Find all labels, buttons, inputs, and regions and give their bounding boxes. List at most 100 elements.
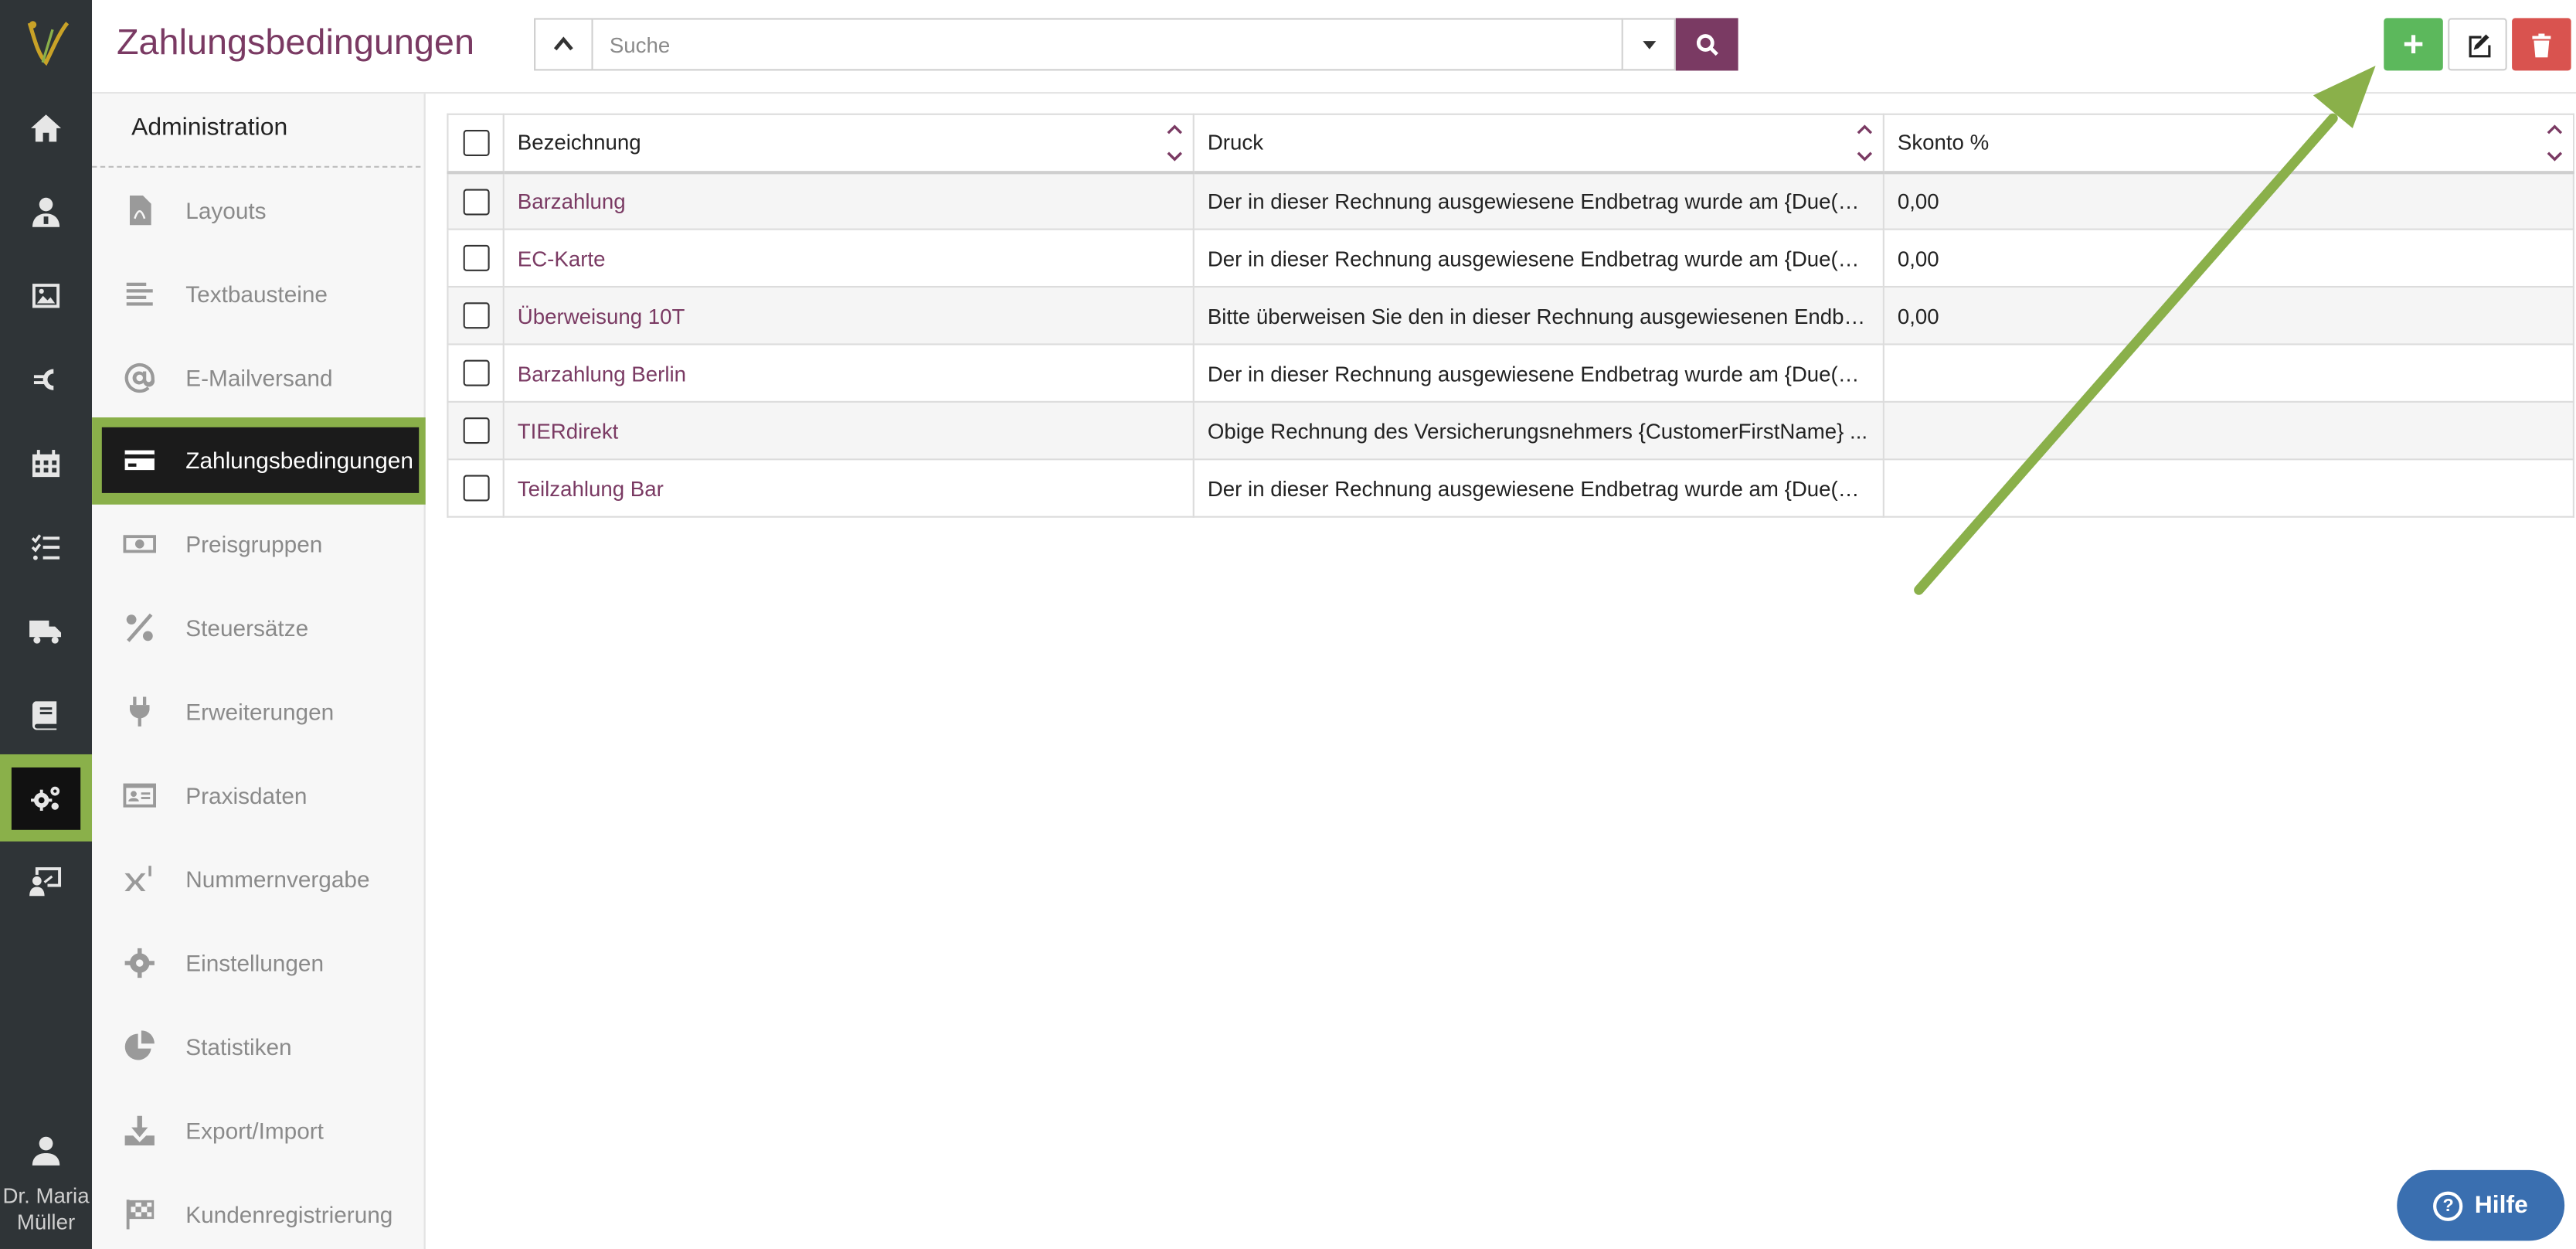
- user-profile[interactable]: Dr. Maria Müller: [0, 1134, 92, 1236]
- pie-chart-icon: [121, 1029, 158, 1065]
- nav-item-layouts[interactable]: Layouts: [92, 169, 426, 251]
- cell-skonto: 0,00: [1882, 228, 2574, 288]
- calendar-icon[interactable]: [0, 422, 92, 504]
- nav-item-export-import[interactable]: Export/Import: [92, 1090, 426, 1172]
- help-button[interactable]: ? Hilfe: [2397, 1169, 2565, 1241]
- main-sidebar: Dr. Maria Müller: [0, 0, 93, 1249]
- download-icon: [121, 1113, 158, 1149]
- admin-sidebar: Administration Layouts Textbausteine E-M…: [92, 94, 426, 1249]
- task-list-icon[interactable]: [0, 506, 92, 588]
- nav-item-label: Zahlungsbedingungen: [185, 447, 413, 474]
- sort-icon[interactable]: [1165, 120, 1185, 166]
- gear-icon: [121, 945, 158, 982]
- cell-bezeichnung[interactable]: Überweisung 10T: [502, 285, 1195, 345]
- table-row[interactable]: TIERdirekt Obige Rechnung des Versicheru…: [447, 400, 2574, 461]
- caret-down-icon: [1642, 40, 1656, 49]
- search-button[interactable]: [1675, 18, 1738, 71]
- add-button[interactable]: +: [2384, 18, 2443, 71]
- search-input[interactable]: [593, 18, 1623, 71]
- nav-item-textbausteine[interactable]: Textbausteine: [92, 253, 426, 335]
- cell-bezeichnung[interactable]: Teilzahlung Bar: [502, 458, 1195, 518]
- row-checkbox[interactable]: [462, 475, 489, 502]
- home-icon[interactable]: [0, 87, 92, 169]
- row-checkbox[interactable]: [462, 360, 489, 387]
- select-all-checkbox[interactable]: [462, 130, 489, 157]
- sort-icon[interactable]: [1855, 120, 1875, 166]
- column-header-label: Druck: [1207, 130, 1264, 155]
- column-header-druck[interactable]: Druck: [1192, 113, 1884, 174]
- table-row[interactable]: EC-Karte Der in dieser Rechnung ausgewie…: [447, 228, 2574, 288]
- row-select-cell: [447, 343, 505, 403]
- money-bill-icon: [121, 526, 158, 562]
- logo-icon[interactable]: [13, 13, 79, 73]
- nav-item-label: Export/Import: [185, 1117, 324, 1144]
- book-icon[interactable]: [0, 674, 92, 756]
- row-select-cell: [447, 458, 505, 518]
- cell-druck: Obige Rechnung des Versicherungsnehmers …: [1192, 400, 1884, 461]
- cell-bezeichnung[interactable]: Barzahlung Berlin: [502, 343, 1195, 403]
- collapse-button[interactable]: [534, 18, 593, 71]
- column-header-skonto[interactable]: Skonto %: [1882, 113, 2574, 174]
- row-select-cell: [447, 228, 505, 288]
- nav-item-preisgruppen[interactable]: Preisgruppen: [92, 503, 426, 585]
- user-doctor-icon[interactable]: [0, 171, 92, 253]
- cell-skonto: [1882, 400, 2574, 461]
- truck-icon[interactable]: [0, 590, 92, 672]
- row-checkbox[interactable]: [462, 245, 489, 272]
- help-label: Hilfe: [2474, 1191, 2528, 1220]
- cell-skonto: 0,00: [1882, 171, 2574, 230]
- nav-item-label: Statistiken: [185, 1033, 292, 1060]
- search-icon: [1695, 33, 1718, 56]
- toolbar: +: [2384, 18, 2571, 71]
- superscript-icon: [121, 861, 158, 897]
- table-row[interactable]: Teilzahlung Bar Der in dieser Rechnung a…: [447, 458, 2574, 518]
- row-checkbox[interactable]: [462, 188, 489, 215]
- table-row[interactable]: Barzahlung Berlin Der in dieser Rechnung…: [447, 343, 2574, 403]
- column-header-bezeichnung[interactable]: Bezeichnung: [502, 113, 1195, 174]
- nav-item-steuersaetze[interactable]: Steuersätze: [92, 587, 426, 669]
- nav-item-praxisdaten[interactable]: Praxisdaten: [92, 754, 426, 836]
- table-row[interactable]: Barzahlung Der in dieser Rechnung ausgew…: [447, 171, 2574, 230]
- cell-bezeichnung[interactable]: TIERdirekt: [502, 400, 1195, 461]
- nav-item-e-mailversand[interactable]: E-Mailversand: [92, 337, 426, 419]
- trash-icon: [2532, 32, 2551, 57]
- cell-druck: Der in dieser Rechnung ausgewiesene Endb…: [1192, 343, 1884, 403]
- nav-item-nummernvergabe[interactable]: Nummernvergabe: [92, 838, 426, 920]
- nav-item-einstellungen[interactable]: Einstellungen: [92, 922, 426, 1004]
- nav-item-label: Einstellungen: [185, 950, 325, 977]
- app-root: Dr. Maria Müller Zahlungsbedingungen +: [0, 0, 2576, 1249]
- cell-skonto: [1882, 458, 2574, 518]
- edit-button[interactable]: [2448, 18, 2507, 71]
- table-row[interactable]: Überweisung 10T Bitte überweisen Sie den…: [447, 285, 2574, 345]
- search-options-dropdown[interactable]: [1623, 18, 1676, 71]
- admin-heading: Administration: [92, 94, 421, 168]
- edit-icon: [2468, 33, 2490, 57]
- plus-icon: +: [2402, 22, 2425, 64]
- cell-druck: Der in dieser Rechnung ausgewiesene Endb…: [1192, 228, 1884, 288]
- table-header-row: Bezeichnung Druck Skonto %: [447, 113, 2574, 174]
- nav-item-label: Erweiterungen: [185, 698, 335, 725]
- user-name: Dr. Maria Müller: [2, 1183, 90, 1234]
- row-select-cell: [447, 171, 505, 230]
- nav-item-statistiken[interactable]: Statistiken: [92, 1006, 426, 1087]
- nav-item-kundenregistrierung[interactable]: Kundenregistrierung: [92, 1173, 426, 1249]
- cell-skonto: [1882, 343, 2574, 403]
- image-icon[interactable]: [0, 255, 92, 337]
- nav-item-zahlungsbedingungen[interactable]: Zahlungsbedingungen: [92, 417, 426, 505]
- align-left-icon: [121, 276, 158, 312]
- nav-item-label: Nummernvergabe: [185, 866, 370, 893]
- delete-button[interactable]: [2512, 18, 2571, 71]
- euro-icon[interactable]: [0, 339, 92, 420]
- presentation-user-icon[interactable]: [0, 840, 92, 922]
- sort-icon[interactable]: [2545, 120, 2565, 166]
- nav-item-erweiterungen[interactable]: Erweiterungen: [92, 671, 426, 753]
- cell-bezeichnung[interactable]: Barzahlung: [502, 171, 1195, 230]
- chevron-up-icon: [553, 36, 573, 51]
- pdf-file-icon: [121, 192, 158, 229]
- row-checkbox[interactable]: [462, 417, 489, 444]
- page-title: Zahlungsbedingungen: [116, 21, 474, 63]
- cell-bezeichnung[interactable]: EC-Karte: [502, 228, 1195, 288]
- row-checkbox[interactable]: [462, 302, 489, 329]
- credit-card-icon: [121, 442, 158, 478]
- settings-cogs-icon[interactable]: [0, 754, 93, 842]
